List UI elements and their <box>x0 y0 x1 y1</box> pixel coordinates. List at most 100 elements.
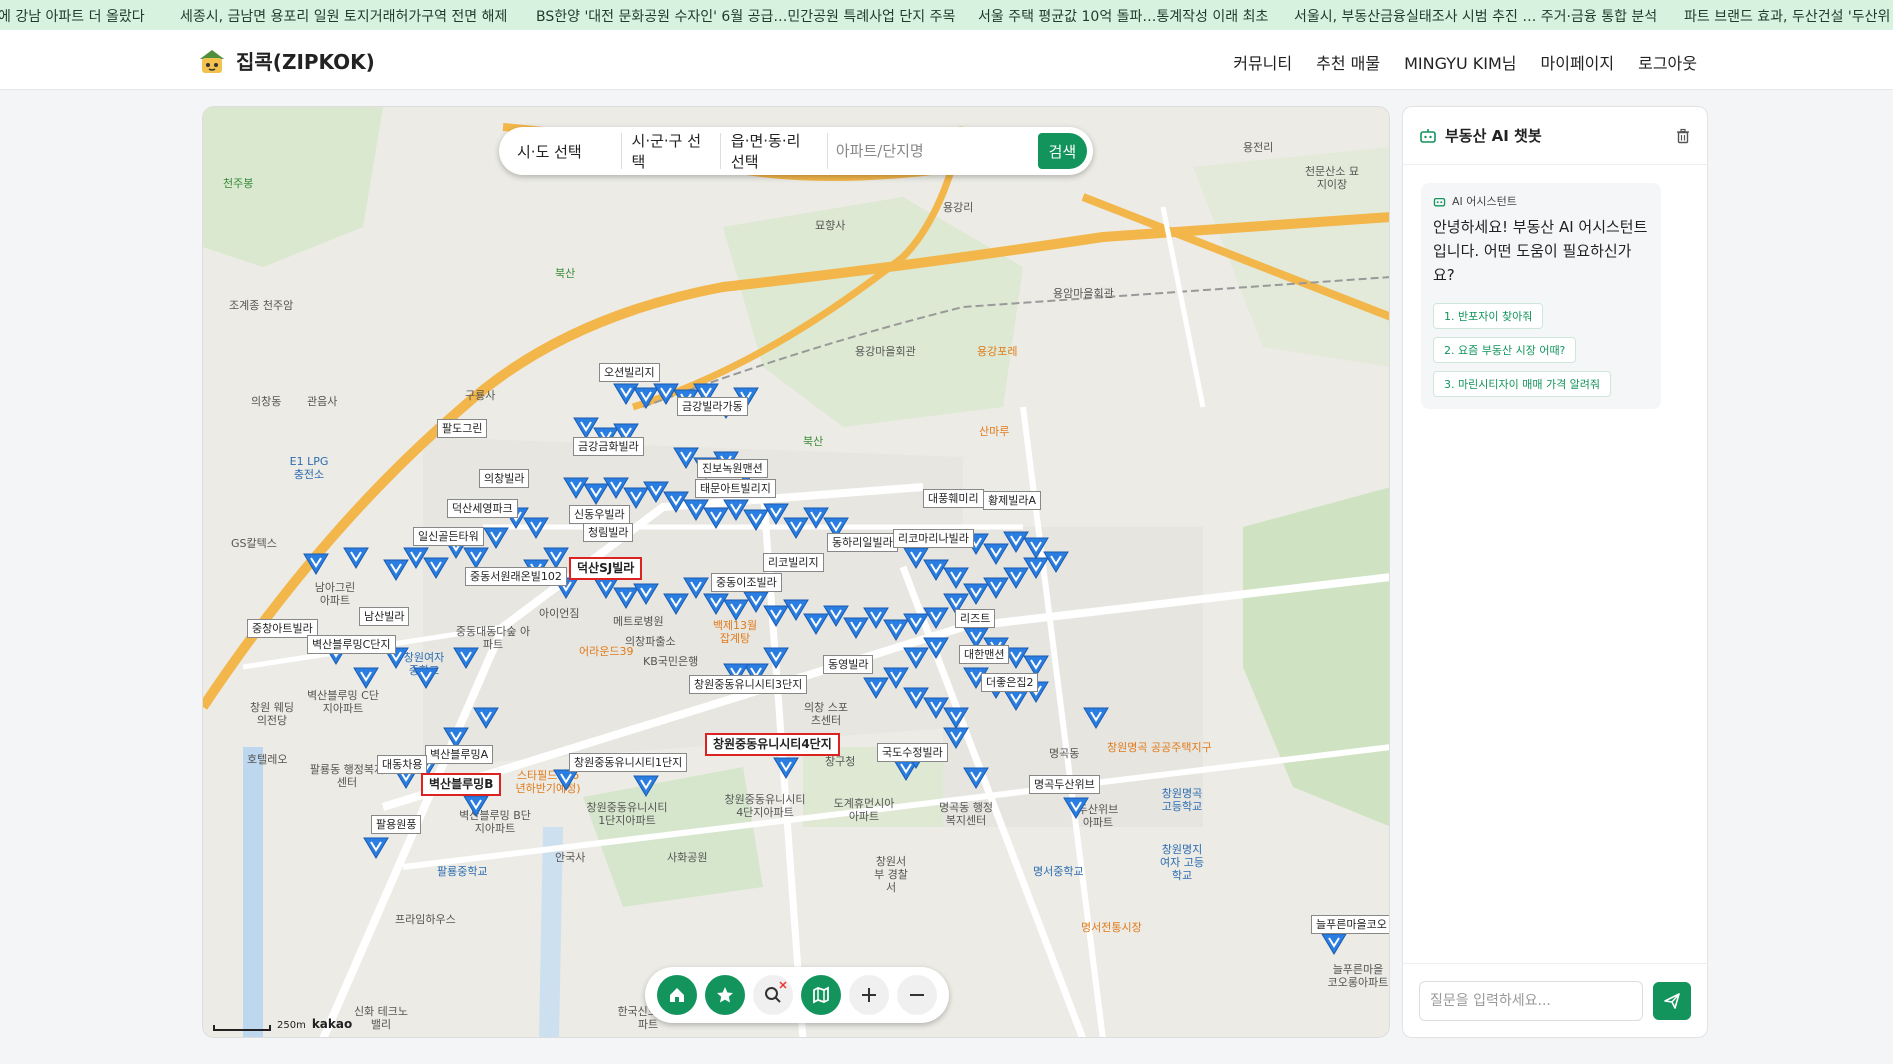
dong-select[interactable]: 읍·면·동·리 선택 <box>721 132 828 171</box>
apt-marker-label[interactable]: 동영빌라 <box>823 655 874 674</box>
apt-marker-label[interactable]: 금강빌라가동 <box>677 397 748 416</box>
apartment-pin-icon[interactable] <box>1083 707 1109 729</box>
apt-marker-label[interactable]: 일신골든타워 <box>413 527 484 546</box>
apartment-pin-icon[interactable] <box>343 547 369 569</box>
apartment-pin-icon[interactable] <box>633 583 659 605</box>
apt-marker-label[interactable]: 대한맨션 <box>959 645 1010 664</box>
apt-marker-label[interactable]: 오션빌리지 <box>599 363 660 382</box>
apartment-pin-icon[interactable] <box>553 769 579 791</box>
apartment-pin-icon[interactable] <box>483 527 509 549</box>
apt-marker-label[interactable]: 팔도그린 <box>437 419 488 438</box>
apartment-pin-icon[interactable] <box>633 775 659 797</box>
apt-marker-label[interactable]: 중동서원래온빌102 <box>465 567 567 586</box>
robot-icon <box>1420 128 1436 143</box>
apt-marker-label[interactable]: 신동우빌라 <box>569 505 630 524</box>
map-view[interactable]: 천주봉 조계종 천주암 의창동 관음사 구룡사 E1 LPG 충전소 GS칼텍스… <box>202 106 1390 1038</box>
brand[interactable]: 집콕(ZIPKOK) <box>196 46 375 75</box>
place-label: 천주봉 <box>223 177 254 190</box>
ticker-item[interactable]: 서울시, 부동산금융실태조사 시범 추진 … 주거·금융 통합 분석 <box>1294 6 1657 26</box>
nav-community[interactable]: 커뮤니티 <box>1233 50 1292 74</box>
apartment-pin-icon[interactable] <box>1063 797 1089 819</box>
place-label: 명곡동 <box>1049 747 1080 760</box>
sido-select[interactable]: 시·도 선택 <box>507 133 622 169</box>
apt-marker-label-highlighted[interactable]: 덕산SJ빌라 <box>569 557 643 580</box>
favorites-button[interactable] <box>705 975 745 1015</box>
apt-marker-label[interactable]: 리코빌리지 <box>763 553 824 572</box>
apartment-pin-icon[interactable] <box>943 567 969 589</box>
apt-marker-label[interactable]: 금강금화빌라 <box>573 437 644 456</box>
nav-user[interactable]: MINGYU KIM님 <box>1404 50 1516 74</box>
map-background <box>203 107 1389 1037</box>
suggestion-chip[interactable]: 3. 마린시티자이 매매 가격 알려줘 <box>1433 371 1612 397</box>
apt-marker-label[interactable]: 청림빌라 <box>583 523 634 542</box>
apt-marker-label[interactable]: 리즈트 <box>955 609 996 628</box>
map-icon <box>813 986 829 1004</box>
apartment-pin-icon[interactable] <box>453 647 479 669</box>
apartment-pin-icon[interactable] <box>473 707 499 729</box>
ticker-item[interactable]: 세종시, 금남면 용포리 일원 토지거래허가구역 전면 해제 <box>180 6 507 26</box>
apt-marker-label[interactable]: 창원중동유니시티3단지 <box>689 675 808 694</box>
apt-marker-label[interactable]: 벽산블루밍C단지 <box>307 635 396 654</box>
home-button[interactable] <box>657 975 697 1015</box>
apt-marker-label[interactable]: 중동이조빌라 <box>711 573 782 592</box>
apt-marker-label[interactable]: 더좋은집2 <box>981 673 1039 692</box>
apartment-pin-icon[interactable] <box>923 637 949 659</box>
apt-marker-label[interactable]: 대풍훼미리 <box>923 489 984 508</box>
apt-marker-label-highlighted[interactable]: 벽산블루밍B <box>421 773 502 796</box>
apt-marker-label[interactable]: 국도수정빌라 <box>877 743 948 762</box>
apartment-pin-icon[interactable] <box>1023 537 1049 559</box>
apt-marker-label[interactable]: 늘푸른마을코오 <box>1311 915 1389 934</box>
zoom-in-button[interactable] <box>849 975 889 1015</box>
trash-icon[interactable] <box>1675 128 1691 144</box>
apartment-pin-icon[interactable] <box>363 837 389 859</box>
apt-marker-label[interactable]: 대동차용 <box>377 755 428 774</box>
ticker-item[interactable]: 서울 주택 평균값 10억 돌파…통계작성 이래 최초 <box>978 6 1268 26</box>
apt-marker-label[interactable]: 덕산세영파크 <box>447 499 518 518</box>
apt-marker-label[interactable]: 남산빌라 <box>359 607 410 626</box>
ticker-item[interactable]: 에 강남 아파트 더 올랐다 <box>0 6 145 26</box>
apt-marker-label[interactable]: 황제빌라A <box>983 491 1042 510</box>
apt-marker-label[interactable]: 팔용원풍 <box>371 815 422 834</box>
suggestion-chip[interactable]: 1. 반포자이 찾아줘 <box>1433 303 1544 329</box>
search-button[interactable]: 검색 <box>1037 133 1087 169</box>
map-layer-button[interactable] <box>801 975 841 1015</box>
apartment-pin-icon[interactable] <box>413 667 439 689</box>
send-button[interactable] <box>1653 981 1691 1020</box>
apt-marker-label[interactable]: 진보녹원맨션 <box>697 459 768 478</box>
apartment-search-input[interactable] <box>827 133 1038 169</box>
apt-marker-label[interactable]: 창원중동유니시티1단지 <box>569 753 688 772</box>
zoom-out-button[interactable] <box>897 975 937 1015</box>
apt-marker-label[interactable]: 명곡두산위브 <box>1029 775 1100 794</box>
apt-marker-label-highlighted[interactable]: 창원중동유니시티4단지 <box>705 733 840 756</box>
apartment-pin-icon[interactable] <box>773 757 799 779</box>
apartment-pin-icon[interactable] <box>1321 933 1347 955</box>
search-toggle-button[interactable] <box>753 975 793 1015</box>
apt-marker-label[interactable]: 동하리일빌라 <box>827 533 898 552</box>
place-label: 백제13월 잡계탕 <box>712 619 758 645</box>
place-label: 신화 테크노밸리 <box>353 1005 409 1031</box>
ticker-item[interactable]: 파트 브랜드 효과, 두산건설 '두산위 <box>1684 6 1890 26</box>
apt-marker-label[interactable]: 태문아트빌리지 <box>695 479 776 498</box>
apartment-pin-icon[interactable] <box>883 667 909 689</box>
apt-marker-label[interactable]: 벽산블루밍A <box>425 745 494 764</box>
apartment-pin-icon[interactable] <box>463 795 489 817</box>
apartment-pin-icon[interactable] <box>523 517 549 539</box>
apartment-pin-icon[interactable] <box>353 667 379 689</box>
apartment-pin-icon[interactable] <box>943 707 969 729</box>
place-label: 명서전통시장 <box>1081 921 1142 934</box>
apt-marker-label[interactable]: 의창빌라 <box>479 469 530 488</box>
apartment-pin-icon[interactable] <box>383 559 409 581</box>
ticker-item[interactable]: BS한양 '대전 문화공원 수자인' 6월 공급…민간공원 특례사업 단지 주목 <box>536 6 955 26</box>
place-label: 창원명곡 고등학교 <box>1161 787 1203 813</box>
nav-mypage[interactable]: 마이페이지 <box>1541 50 1615 74</box>
robot-icon <box>1433 197 1446 206</box>
apartment-pin-icon[interactable] <box>303 553 329 575</box>
apt-marker-label[interactable]: 리코마리나빌라 <box>893 529 974 548</box>
sigungu-select[interactable]: 시·군·구 선택 <box>622 132 721 171</box>
chat-input[interactable] <box>1419 980 1643 1021</box>
suggestion-chip[interactable]: 2. 요즘 부동산 시장 어때? <box>1433 337 1577 363</box>
apartment-pin-icon[interactable] <box>543 547 569 569</box>
nav-logout[interactable]: 로그아웃 <box>1638 50 1697 74</box>
nav-recommended[interactable]: 추천 매물 <box>1316 50 1380 74</box>
apartment-pin-icon[interactable] <box>963 767 989 789</box>
